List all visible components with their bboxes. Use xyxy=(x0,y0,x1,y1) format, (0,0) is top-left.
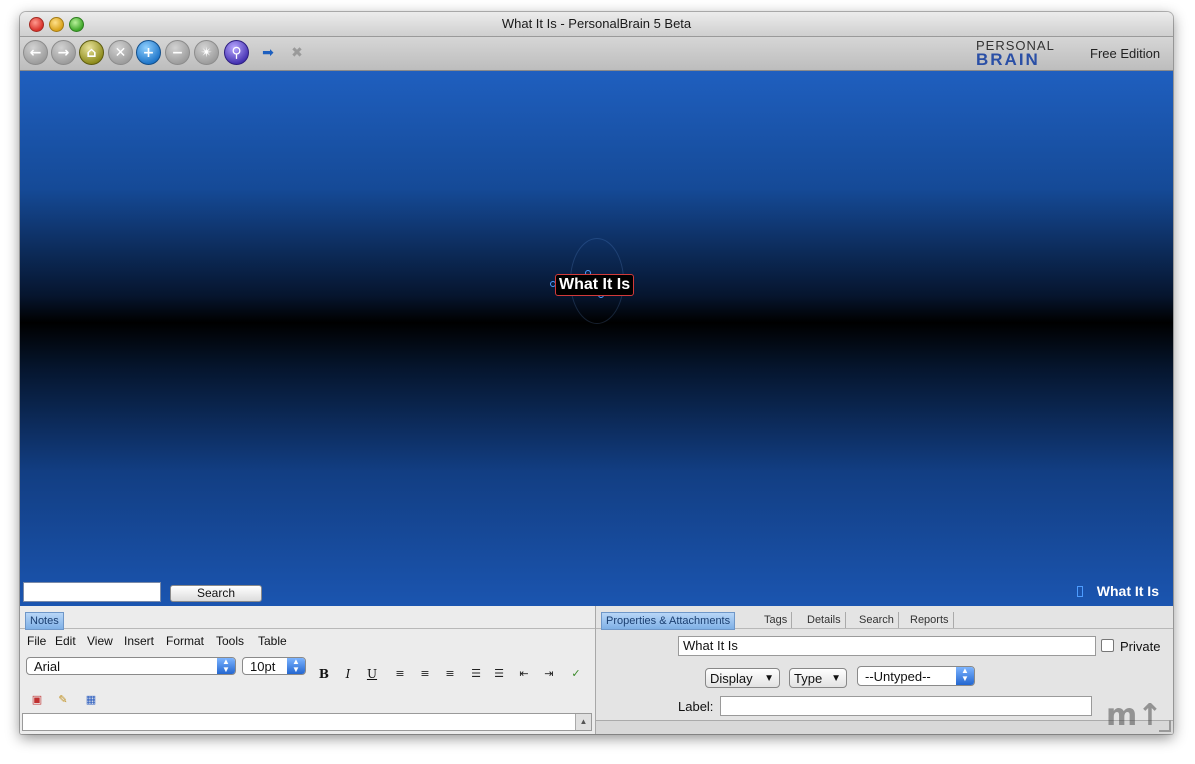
tab-reports[interactable]: Reports xyxy=(906,612,954,628)
plex-canvas[interactable]: What It Is Search What It Is xyxy=(20,71,1173,606)
magnifier-icon: ⚲ xyxy=(231,44,242,61)
font-select[interactable]: Arial ▲ ▼ xyxy=(26,657,236,675)
updown-arrows-icon: ▲ ▼ xyxy=(287,658,305,674)
app-window: What It Is - PersonalBrain 5 Beta ← → ⌂ … xyxy=(20,12,1173,734)
outdent-icon[interactable]: ⇤ xyxy=(515,667,533,683)
clear-format-icon[interactable]: ✎ xyxy=(54,693,72,709)
notes-tab-strip: Notes xyxy=(20,610,595,630)
display-dropdown[interactable]: Display ▼ xyxy=(705,668,780,688)
edition-label: Free Edition xyxy=(1090,46,1161,61)
italic-button[interactable]: I xyxy=(339,667,357,683)
private-label: Private xyxy=(1120,639,1161,654)
plus-icon: + xyxy=(142,44,155,61)
thought-type-select[interactable]: --Untyped-- ▲ ▼ xyxy=(857,666,975,686)
menu-table[interactable]: Table xyxy=(258,634,287,648)
thought-icon xyxy=(1077,586,1083,597)
insert-table-icon[interactable]: ▦ xyxy=(82,693,100,709)
align-center-icon[interactable]: ≡ xyxy=(416,667,434,683)
tab-details[interactable]: Details xyxy=(803,612,846,628)
spellcheck-icon[interactable]: ✓ xyxy=(567,667,585,683)
scroll-up-arrow-icon[interactable]: ▲ xyxy=(575,714,591,730)
indent-icon[interactable]: ⇥ xyxy=(540,667,558,683)
active-thought-label: What It Is xyxy=(1096,583,1159,599)
numbered-list-icon[interactable]: ☰ xyxy=(467,667,485,683)
back-button[interactable]: ← xyxy=(23,40,48,65)
personalbrain-logo: PERSONAL BRAIN xyxy=(976,38,1055,69)
link-remove-icon: ✖ xyxy=(291,45,303,61)
unlink-icon: ✕ xyxy=(114,44,127,61)
tab-notes[interactable]: Notes xyxy=(25,612,64,630)
notes-menubar: File Edit View Insert Format Tools Table xyxy=(20,631,595,651)
main-toolbar: ← → ⌂ ✕ + − ✴ ⚲ ➡ ✖ PERSONAL BRAIN Free … xyxy=(20,37,1173,71)
plex-search-button[interactable]: Search xyxy=(170,585,262,602)
plex-search-input[interactable] xyxy=(23,582,161,602)
add-thought-button[interactable]: + xyxy=(136,40,161,65)
dropdown-arrow-icon: ▼ xyxy=(764,673,774,684)
label-caption: Label: xyxy=(678,699,714,714)
bottom-panels: Notes File Edit View Insert Format Tools… xyxy=(20,606,1173,734)
home-button[interactable]: ⌂ xyxy=(79,40,104,65)
link-remove-button[interactable]: ✖ xyxy=(286,44,308,62)
insert-image-icon[interactable]: ▣ xyxy=(28,693,46,709)
active-thought-node[interactable]: What It Is xyxy=(555,274,635,296)
private-checkbox[interactable] xyxy=(1101,639,1114,652)
window-title: What It Is - PersonalBrain 5 Beta xyxy=(501,16,692,31)
font-size-select[interactable]: 10pt ▲ ▼ xyxy=(242,657,306,675)
tab-properties-attachments[interactable]: Properties & Attachments xyxy=(601,612,736,630)
align-right-icon[interactable]: ≡ xyxy=(441,667,459,683)
bold-button[interactable]: B xyxy=(315,667,333,683)
network-button[interactable]: ✴ xyxy=(194,40,219,65)
updown-arrows-icon: ▲ ▼ xyxy=(956,667,974,685)
menu-insert[interactable]: Insert xyxy=(124,634,154,648)
link-add-button[interactable]: ➡ xyxy=(257,44,279,62)
properties-tab-strip: Properties & Attachments Tags Details Se… xyxy=(596,610,1173,630)
search-button[interactable]: ⚲ xyxy=(224,40,249,65)
notes-editor[interactable]: ▲ xyxy=(22,713,592,731)
menu-view[interactable]: View xyxy=(87,634,113,648)
dropdown-arrow-icon: ▼ xyxy=(831,673,841,684)
menu-file[interactable]: File xyxy=(27,634,46,648)
title-bar: What It Is - PersonalBrain 5 Beta xyxy=(20,12,1173,37)
align-left-icon[interactable]: ≡ xyxy=(391,667,409,683)
resize-grip-icon[interactable] xyxy=(1159,720,1171,732)
menu-edit[interactable]: Edit xyxy=(55,634,76,648)
macupdate-watermark-icon: m↑ xyxy=(1106,698,1163,733)
properties-pane: Properties & Attachments Tags Details Se… xyxy=(596,606,1173,734)
remove-thought-button[interactable]: − xyxy=(165,40,190,65)
home-icon: ⌂ xyxy=(86,44,97,61)
type-dropdown[interactable]: Type ▼ xyxy=(789,668,847,688)
forward-button[interactable]: → xyxy=(51,40,76,65)
unlink-button[interactable]: ✕ xyxy=(108,40,133,65)
label-input[interactable] xyxy=(720,696,1092,716)
updown-arrows-icon: ▲ ▼ xyxy=(217,658,235,674)
menu-tools[interactable]: Tools xyxy=(216,634,244,648)
attachments-toolbar xyxy=(596,720,1173,734)
minus-icon: − xyxy=(171,44,184,61)
tab-search[interactable]: Search xyxy=(855,612,899,628)
network-icon: ✴ xyxy=(200,44,213,61)
menu-format[interactable]: Format xyxy=(166,634,204,648)
tab-tags[interactable]: Tags xyxy=(760,612,793,628)
link-add-icon: ➡ xyxy=(262,45,274,61)
bullet-list-icon[interactable]: ☰ xyxy=(490,667,508,683)
notes-pane: Notes File Edit View Insert Format Tools… xyxy=(20,606,596,734)
underline-button[interactable]: U xyxy=(363,667,381,683)
thought-name-input[interactable]: What It Is xyxy=(678,636,1096,656)
forward-arrow-icon: → xyxy=(57,44,70,61)
back-arrow-icon: ← xyxy=(29,44,42,61)
